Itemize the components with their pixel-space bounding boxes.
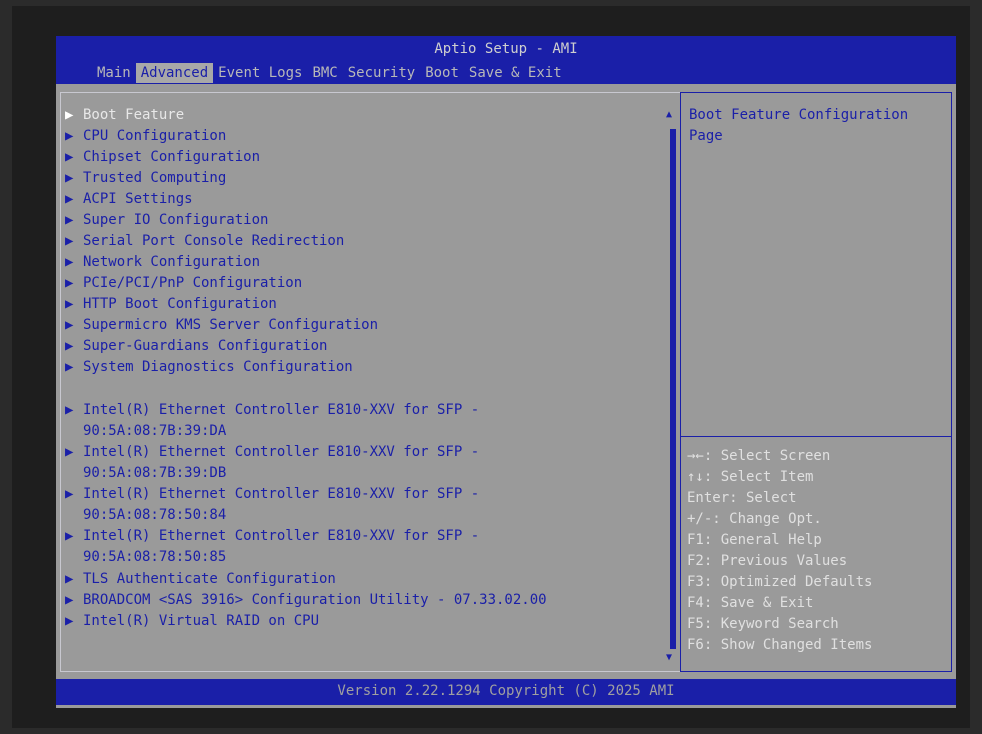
menu-item-system-diagnostics-configuration[interactable]: ▶ System Diagnostics Configuration (65, 357, 353, 378)
menu-item-label: Supermicro KMS Server Configuration (83, 317, 379, 333)
submenu-arrow-icon: ▶ (65, 359, 74, 375)
submenu-arrow-icon: ▶ (65, 296, 74, 312)
menu-item-kms-server-configuration[interactable]: ▶ Supermicro KMS Server Configuration (65, 315, 378, 336)
menu-item-label: HTTP Boot Configuration (83, 296, 277, 312)
submenu-arrow-icon: ▶ (65, 402, 74, 418)
menu-item-label: Intel(R) Ethernet Controller E810-XXV fo… (83, 528, 480, 544)
menu-item-ethernet-controller-1[interactable]: ▶ Intel(R) Ethernet Controller E810-XXV f… (65, 400, 479, 442)
tab-bar: Main Advanced Event Logs BMC Security Bo… (92, 63, 567, 83)
key-hint-select-screen: →←: Select Screen (687, 448, 831, 464)
menu-panel: ▶ Boot Feature ▶ CPU Configuration ▶ Chipse… (60, 92, 681, 672)
help-text: Boot Feature Configuration Page (689, 107, 917, 144)
menu-item-label: Intel(R) Ethernet Controller E810-XXV fo… (83, 444, 480, 460)
key-hint-enter: Enter: Select (687, 490, 797, 506)
menu-item-super-guardians-configuration[interactable]: ▶ Super-Guardians Configuration (65, 336, 327, 357)
key-hint-f4: F4: Save & Exit (687, 595, 814, 611)
menu-item-network-configuration[interactable]: ▶ Network Configuration (65, 252, 260, 273)
setup-title: Aptio Setup - AMI (434, 41, 578, 57)
submenu-arrow-icon: ▶ (65, 233, 74, 249)
key-hint-select-item: ↑↓: Select Item (687, 469, 814, 485)
menu-item-broadcom-sas-utility[interactable]: ▶ BROADCOM <SAS 3916> Configuration Utili… (65, 590, 547, 611)
menu-item-label: System Diagnostics Configuration (83, 359, 353, 375)
scrollbar[interactable] (670, 129, 676, 649)
submenu-arrow-icon: ▶ (65, 212, 74, 228)
submenu-arrow-icon: ▶ (65, 444, 74, 460)
menu-item-label: BROADCOM <SAS 3916> Configuration Utilit… (83, 592, 547, 608)
key-hint-f1: F1: General Help (687, 532, 822, 548)
key-hint-change-opt: +/-: Change Opt. (687, 511, 822, 527)
menu-item-http-boot-configuration[interactable]: ▶ HTTP Boot Configuration (65, 294, 277, 315)
help-divider (681, 436, 951, 437)
submenu-arrow-icon: ▶ (65, 571, 74, 587)
tab-main[interactable]: Main (92, 63, 136, 83)
help-panel: Boot Feature Configuration Page →←: Sele… (680, 92, 952, 672)
menu-item-serial-port-console-redirection[interactable]: ▶ Serial Port Console Redirection (65, 231, 344, 252)
key-hint-f6: F6: Show Changed Items (687, 637, 873, 653)
tab-bmc[interactable]: BMC (307, 63, 342, 83)
menu-item-label: Intel(R) Virtual RAID on CPU (83, 613, 320, 629)
key-hint-f5: F5: Keyword Search (687, 616, 839, 632)
menu-item-trusted-computing[interactable]: ▶ Trusted Computing (65, 168, 226, 189)
menu-item-label: Super-Guardians Configuration (83, 338, 328, 354)
menu-item-label: Serial Port Console Redirection (83, 233, 345, 249)
version-text: Version 2.22.1294 Copyright (C) 2025 AMI (337, 683, 675, 699)
key-hint-f2: F2: Previous Values (687, 553, 848, 569)
monitor-screen: Aptio Setup - AMI Main Advanced Event Lo… (12, 6, 970, 728)
menu-item-label: CPU Configuration (83, 128, 227, 144)
mac-address: 90:5A:08:78:50:84 (83, 507, 227, 523)
submenu-arrow-icon: ▶ (65, 486, 74, 502)
menu-item-super-io-configuration[interactable]: ▶ Super IO Configuration (65, 210, 268, 231)
submenu-arrow-icon: ▶ (65, 592, 74, 608)
tab-advanced[interactable]: Advanced (135, 63, 214, 83)
tab-security[interactable]: Security (343, 63, 420, 83)
menu-item-ethernet-controller-3[interactable]: ▶ Intel(R) Ethernet Controller E810-XXV f… (65, 484, 479, 526)
menu-item-label: Trusted Computing (83, 170, 227, 186)
tab-boot[interactable]: Boot (420, 63, 464, 83)
menu-item-label: Intel(R) Ethernet Controller E810-XXV fo… (83, 402, 480, 418)
mac-address: 90:5A:08:7B:39:DB (83, 465, 227, 481)
tab-event-logs[interactable]: Event Logs (213, 63, 307, 83)
footer-bar: Version 2.22.1294 Copyright (C) 2025 AMI (56, 679, 956, 705)
mac-address: 90:5A:08:78:50:85 (83, 549, 227, 565)
submenu-arrow-icon: ▶ (65, 128, 74, 144)
submenu-arrow-icon: ▶ (65, 338, 74, 354)
submenu-arrow-icon: ▶ (65, 317, 74, 333)
submenu-arrow-icon: ▶ (65, 107, 74, 123)
menu-item-label: Boot Feature (83, 107, 185, 123)
menu-item-tls-authenticate-configuration[interactable]: ▶ TLS Authenticate Configuration (65, 569, 336, 590)
key-hint-f3: F3: Optimized Defaults (687, 574, 873, 590)
submenu-arrow-icon: ▶ (65, 170, 74, 186)
menu-item-cpu-configuration[interactable]: ▶ CPU Configuration (65, 126, 226, 147)
submenu-arrow-icon: ▶ (65, 149, 74, 165)
menu-item-label: ACPI Settings (83, 191, 193, 207)
tab-save-exit[interactable]: Save & Exit (464, 63, 567, 83)
menu-item-ethernet-controller-2[interactable]: ▶ Intel(R) Ethernet Controller E810-XXV f… (65, 442, 479, 484)
submenu-arrow-icon: ▶ (65, 528, 74, 544)
submenu-arrow-icon: ▶ (65, 254, 74, 270)
menu-item-label: Chipset Configuration (83, 149, 261, 165)
scroll-down-arrow-icon[interactable]: ▼ (666, 652, 672, 663)
submenu-arrow-icon: ▶ (65, 275, 74, 291)
menu-item-label: Super IO Configuration (83, 212, 269, 228)
menu-item-intel-vroc[interactable]: ▶ Intel(R) Virtual RAID on CPU (65, 611, 319, 632)
title-bar: Aptio Setup - AMI Main Advanced Event Lo… (56, 36, 956, 84)
menu-item-chipset-configuration[interactable]: ▶ Chipset Configuration (65, 147, 260, 168)
submenu-arrow-icon: ▶ (65, 191, 74, 207)
menu-item-label: PCIe/PCI/PnP Configuration (83, 275, 303, 291)
mac-address: 90:5A:08:7B:39:DA (83, 423, 227, 439)
menu-item-label: Network Configuration (83, 254, 261, 270)
bios-setup-window: Aptio Setup - AMI Main Advanced Event Lo… (56, 36, 956, 708)
menu-item-label: TLS Authenticate Configuration (83, 571, 336, 587)
submenu-arrow-icon: ▶ (65, 613, 74, 629)
menu-item-ethernet-controller-4[interactable]: ▶ Intel(R) Ethernet Controller E810-XXV f… (65, 526, 479, 568)
menu-item-boot-feature[interactable]: ▶ Boot Feature (65, 105, 184, 126)
scroll-up-arrow-icon[interactable]: ▲ (666, 109, 672, 120)
menu-item-label: Intel(R) Ethernet Controller E810-XXV fo… (83, 486, 480, 502)
menu-item-pcie-pci-pnp-configuration[interactable]: ▶ PCIe/PCI/PnP Configuration (65, 273, 302, 294)
menu-item-acpi-settings[interactable]: ▶ ACPI Settings (65, 189, 193, 210)
